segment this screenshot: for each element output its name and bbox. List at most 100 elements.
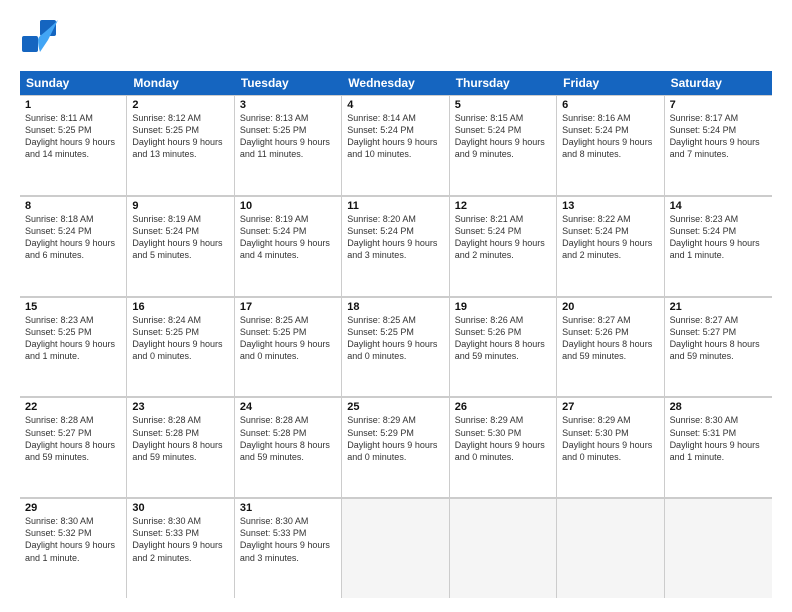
- day-info: Sunrise: 8:14 AM Sunset: 5:24 PM Dayligh…: [347, 112, 443, 161]
- day-number: 29: [25, 502, 121, 514]
- logo: [20, 18, 62, 61]
- calendar-cell: 1 Sunrise: 8:11 AM Sunset: 5:25 PM Dayli…: [20, 96, 127, 195]
- calendar-week-1: 1 Sunrise: 8:11 AM Sunset: 5:25 PM Dayli…: [20, 95, 772, 196]
- calendar-cell: 21 Sunrise: 8:27 AM Sunset: 5:27 PM Dayl…: [665, 298, 772, 397]
- calendar-week-3: 15 Sunrise: 8:23 AM Sunset: 5:25 PM Dayl…: [20, 297, 772, 398]
- day-number: 26: [455, 401, 551, 413]
- day-number: 17: [240, 301, 336, 313]
- day-info: Sunrise: 8:28 AM Sunset: 5:27 PM Dayligh…: [25, 414, 121, 463]
- day-number: 9: [132, 200, 228, 212]
- header-day-wednesday: Wednesday: [342, 71, 449, 95]
- day-number: 10: [240, 200, 336, 212]
- calendar-cell: 3 Sunrise: 8:13 AM Sunset: 5:25 PM Dayli…: [235, 96, 342, 195]
- logo-icon: [20, 18, 58, 61]
- day-info: Sunrise: 8:16 AM Sunset: 5:24 PM Dayligh…: [562, 112, 658, 161]
- calendar-week-4: 22 Sunrise: 8:28 AM Sunset: 5:27 PM Dayl…: [20, 397, 772, 498]
- calendar-week-2: 8 Sunrise: 8:18 AM Sunset: 5:24 PM Dayli…: [20, 196, 772, 297]
- calendar-cell: 28 Sunrise: 8:30 AM Sunset: 5:31 PM Dayl…: [665, 398, 772, 497]
- day-number: 18: [347, 301, 443, 313]
- day-info: Sunrise: 8:12 AM Sunset: 5:25 PM Dayligh…: [132, 112, 228, 161]
- day-info: Sunrise: 8:28 AM Sunset: 5:28 PM Dayligh…: [132, 414, 228, 463]
- header-day-thursday: Thursday: [450, 71, 557, 95]
- day-info: Sunrise: 8:30 AM Sunset: 5:33 PM Dayligh…: [132, 515, 228, 564]
- day-number: 21: [670, 301, 767, 313]
- day-number: 20: [562, 301, 658, 313]
- calendar-cell: 4 Sunrise: 8:14 AM Sunset: 5:24 PM Dayli…: [342, 96, 449, 195]
- day-info: Sunrise: 8:29 AM Sunset: 5:30 PM Dayligh…: [455, 414, 551, 463]
- day-number: 1: [25, 99, 121, 111]
- day-number: 24: [240, 401, 336, 413]
- day-info: Sunrise: 8:13 AM Sunset: 5:25 PM Dayligh…: [240, 112, 336, 161]
- calendar-cell: 15 Sunrise: 8:23 AM Sunset: 5:25 PM Dayl…: [20, 298, 127, 397]
- calendar-cell: 31 Sunrise: 8:30 AM Sunset: 5:33 PM Dayl…: [235, 499, 342, 598]
- page: SundayMondayTuesdayWednesdayThursdayFrid…: [0, 0, 792, 612]
- day-info: Sunrise: 8:24 AM Sunset: 5:25 PM Dayligh…: [132, 314, 228, 363]
- day-number: 28: [670, 401, 767, 413]
- day-info: Sunrise: 8:22 AM Sunset: 5:24 PM Dayligh…: [562, 213, 658, 262]
- calendar-cell: 2 Sunrise: 8:12 AM Sunset: 5:25 PM Dayli…: [127, 96, 234, 195]
- day-number: 27: [562, 401, 658, 413]
- day-number: 4: [347, 99, 443, 111]
- day-number: 14: [670, 200, 767, 212]
- day-info: Sunrise: 8:27 AM Sunset: 5:26 PM Dayligh…: [562, 314, 658, 363]
- day-info: Sunrise: 8:21 AM Sunset: 5:24 PM Dayligh…: [455, 213, 551, 262]
- calendar-week-5: 29 Sunrise: 8:30 AM Sunset: 5:32 PM Dayl…: [20, 498, 772, 598]
- day-number: 6: [562, 99, 658, 111]
- day-info: Sunrise: 8:26 AM Sunset: 5:26 PM Dayligh…: [455, 314, 551, 363]
- calendar-cell: 22 Sunrise: 8:28 AM Sunset: 5:27 PM Dayl…: [20, 398, 127, 497]
- day-info: Sunrise: 8:27 AM Sunset: 5:27 PM Dayligh…: [670, 314, 767, 363]
- day-info: Sunrise: 8:15 AM Sunset: 5:24 PM Dayligh…: [455, 112, 551, 161]
- header: [20, 18, 772, 61]
- calendar-cell: 16 Sunrise: 8:24 AM Sunset: 5:25 PM Dayl…: [127, 298, 234, 397]
- calendar-header: SundayMondayTuesdayWednesdayThursdayFrid…: [20, 71, 772, 95]
- calendar-cell: 6 Sunrise: 8:16 AM Sunset: 5:24 PM Dayli…: [557, 96, 664, 195]
- calendar-cell: [342, 499, 449, 598]
- calendar-cell: 5 Sunrise: 8:15 AM Sunset: 5:24 PM Dayli…: [450, 96, 557, 195]
- calendar-cell: [665, 499, 772, 598]
- calendar-cell: 25 Sunrise: 8:29 AM Sunset: 5:29 PM Dayl…: [342, 398, 449, 497]
- day-info: Sunrise: 8:23 AM Sunset: 5:25 PM Dayligh…: [25, 314, 121, 363]
- calendar-cell: [450, 499, 557, 598]
- calendar-cell: 23 Sunrise: 8:28 AM Sunset: 5:28 PM Dayl…: [127, 398, 234, 497]
- calendar-cell: [557, 499, 664, 598]
- day-info: Sunrise: 8:17 AM Sunset: 5:24 PM Dayligh…: [670, 112, 767, 161]
- day-number: 30: [132, 502, 228, 514]
- calendar-cell: 24 Sunrise: 8:28 AM Sunset: 5:28 PM Dayl…: [235, 398, 342, 497]
- calendar-cell: 18 Sunrise: 8:25 AM Sunset: 5:25 PM Dayl…: [342, 298, 449, 397]
- calendar-cell: 26 Sunrise: 8:29 AM Sunset: 5:30 PM Dayl…: [450, 398, 557, 497]
- calendar-cell: 14 Sunrise: 8:23 AM Sunset: 5:24 PM Dayl…: [665, 197, 772, 296]
- day-number: 3: [240, 99, 336, 111]
- day-info: Sunrise: 8:29 AM Sunset: 5:30 PM Dayligh…: [562, 414, 658, 463]
- day-info: Sunrise: 8:11 AM Sunset: 5:25 PM Dayligh…: [25, 112, 121, 161]
- day-info: Sunrise: 8:23 AM Sunset: 5:24 PM Dayligh…: [670, 213, 767, 262]
- calendar-cell: 27 Sunrise: 8:29 AM Sunset: 5:30 PM Dayl…: [557, 398, 664, 497]
- day-info: Sunrise: 8:28 AM Sunset: 5:28 PM Dayligh…: [240, 414, 336, 463]
- calendar-cell: 30 Sunrise: 8:30 AM Sunset: 5:33 PM Dayl…: [127, 499, 234, 598]
- day-number: 15: [25, 301, 121, 313]
- calendar-cell: 11 Sunrise: 8:20 AM Sunset: 5:24 PM Dayl…: [342, 197, 449, 296]
- calendar-cell: 10 Sunrise: 8:19 AM Sunset: 5:24 PM Dayl…: [235, 197, 342, 296]
- day-info: Sunrise: 8:20 AM Sunset: 5:24 PM Dayligh…: [347, 213, 443, 262]
- day-number: 19: [455, 301, 551, 313]
- day-number: 31: [240, 502, 336, 514]
- day-number: 22: [25, 401, 121, 413]
- day-info: Sunrise: 8:19 AM Sunset: 5:24 PM Dayligh…: [240, 213, 336, 262]
- day-info: Sunrise: 8:30 AM Sunset: 5:31 PM Dayligh…: [670, 414, 767, 463]
- calendar-cell: 17 Sunrise: 8:25 AM Sunset: 5:25 PM Dayl…: [235, 298, 342, 397]
- calendar-cell: 13 Sunrise: 8:22 AM Sunset: 5:24 PM Dayl…: [557, 197, 664, 296]
- calendar-cell: 9 Sunrise: 8:19 AM Sunset: 5:24 PM Dayli…: [127, 197, 234, 296]
- calendar-cell: 29 Sunrise: 8:30 AM Sunset: 5:32 PM Dayl…: [20, 499, 127, 598]
- day-info: Sunrise: 8:29 AM Sunset: 5:29 PM Dayligh…: [347, 414, 443, 463]
- calendar-cell: 8 Sunrise: 8:18 AM Sunset: 5:24 PM Dayli…: [20, 197, 127, 296]
- day-number: 13: [562, 200, 658, 212]
- day-info: Sunrise: 8:18 AM Sunset: 5:24 PM Dayligh…: [25, 213, 121, 262]
- day-info: Sunrise: 8:30 AM Sunset: 5:32 PM Dayligh…: [25, 515, 121, 564]
- day-number: 8: [25, 200, 121, 212]
- day-number: 7: [670, 99, 767, 111]
- day-info: Sunrise: 8:25 AM Sunset: 5:25 PM Dayligh…: [347, 314, 443, 363]
- calendar-cell: 7 Sunrise: 8:17 AM Sunset: 5:24 PM Dayli…: [665, 96, 772, 195]
- day-number: 25: [347, 401, 443, 413]
- day-number: 5: [455, 99, 551, 111]
- day-info: Sunrise: 8:25 AM Sunset: 5:25 PM Dayligh…: [240, 314, 336, 363]
- header-day-friday: Friday: [557, 71, 664, 95]
